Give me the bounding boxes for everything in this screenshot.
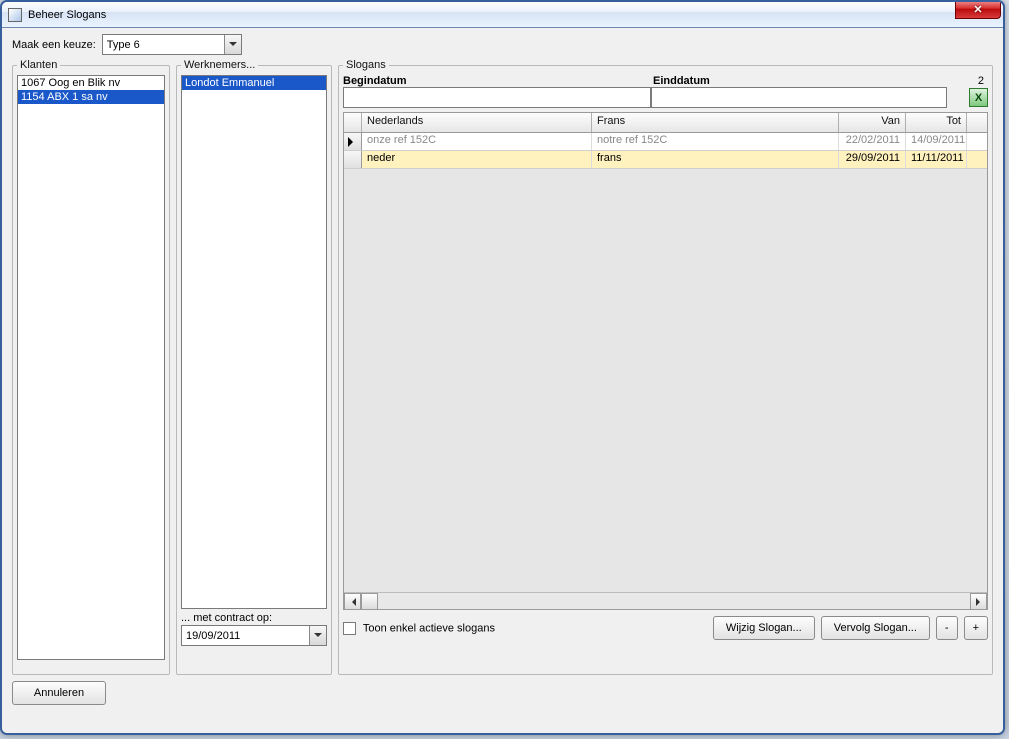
top-row: Maak een keuze: Type 6 bbox=[2, 28, 1003, 59]
make-choice-label: Maak een keuze: bbox=[12, 39, 96, 51]
begindatum-input[interactable] bbox=[343, 87, 651, 108]
klanten-group: Klanten 1067 Oog en Blik nv 1154 ABX 1 s… bbox=[12, 59, 170, 675]
row-pointer-icon bbox=[348, 137, 358, 147]
list-item[interactable]: 1067 Oog en Blik nv bbox=[18, 76, 164, 90]
date-labels-row: Begindatum Einddatum 2 bbox=[343, 75, 988, 87]
grid-header: Nederlands Frans Van Tot bbox=[344, 113, 987, 133]
list-item[interactable]: 1154 ABX 1 sa nv bbox=[18, 90, 164, 104]
cell-van: 29/09/2011 bbox=[839, 151, 906, 168]
slogans-grid: Nederlands Frans Van Tot onze ref 152C n… bbox=[343, 112, 988, 610]
add-slogan-button[interactable]: + bbox=[964, 616, 988, 640]
cell-nederlands: onze ref 152C bbox=[362, 133, 592, 150]
chevron-down-icon bbox=[224, 35, 241, 54]
remove-slogan-button[interactable]: - bbox=[936, 616, 958, 640]
main-window: Beheer Slogans ✕ Maak een keuze: Type 6 … bbox=[0, 0, 1005, 735]
grid-header-van[interactable]: Van bbox=[839, 113, 906, 132]
slogans-legend: Slogans bbox=[343, 59, 389, 71]
active-slogans-text: Toon enkel actieve slogans bbox=[363, 622, 495, 634]
slogans-bottom-row: Toon enkel actieve slogans Wijzig Slogan… bbox=[343, 610, 988, 640]
horizontal-scrollbar[interactable] bbox=[344, 592, 987, 609]
slogan-count: 2 bbox=[948, 75, 988, 87]
cell-tot: 14/09/2011 bbox=[906, 133, 967, 150]
active-slogans-checkbox-label[interactable]: Toon enkel actieve slogans bbox=[343, 622, 495, 635]
klanten-listbox[interactable]: 1067 Oog en Blik nv 1154 ABX 1 sa nv bbox=[17, 75, 165, 660]
annuleren-button[interactable]: Annuleren bbox=[12, 681, 106, 705]
grid-header-tot[interactable]: Tot bbox=[906, 113, 967, 132]
titlebar[interactable]: Beheer Slogans ✕ bbox=[2, 2, 1003, 28]
scroll-track[interactable] bbox=[378, 593, 970, 609]
werknemers-group: Werknemers... Londot Emmanuel ... met co… bbox=[176, 59, 332, 675]
cell-tot: 11/11/2011 bbox=[906, 151, 967, 168]
client-area: Maak een keuze: Type 6 Klanten 1067 Oog … bbox=[2, 28, 1003, 733]
date-inputs-row: X bbox=[343, 87, 988, 108]
table-row[interactable]: neder frans 29/09/2011 11/11/2011 bbox=[344, 151, 987, 169]
window-title: Beheer Slogans bbox=[28, 9, 106, 21]
vervolg-slogan-button[interactable]: Vervolg Slogan... bbox=[821, 616, 930, 640]
grid-header-frans[interactable]: Frans bbox=[592, 113, 839, 132]
klanten-legend: Klanten bbox=[17, 59, 60, 71]
app-icon bbox=[8, 8, 22, 22]
cell-nederlands: neder bbox=[362, 151, 592, 168]
export-excel-button[interactable]: X bbox=[969, 88, 988, 107]
cell-van: 22/02/2011 bbox=[839, 133, 906, 150]
contract-date-value: 19/09/2011 bbox=[182, 630, 309, 642]
row-indicator bbox=[344, 133, 362, 150]
contract-date-input[interactable]: 19/09/2011 bbox=[181, 625, 327, 646]
excel-icon: X bbox=[975, 92, 982, 104]
scroll-right-button[interactable] bbox=[970, 593, 987, 610]
einddatum-input[interactable] bbox=[651, 87, 947, 108]
close-button[interactable]: ✕ bbox=[955, 1, 1001, 19]
slogans-group: Slogans Begindatum Einddatum 2 X bbox=[338, 59, 993, 675]
type-combobox[interactable]: Type 6 bbox=[102, 34, 242, 55]
grid-empty-area bbox=[345, 170, 986, 591]
begindatum-label: Begindatum bbox=[343, 75, 653, 87]
contract-label: ... met contract op: bbox=[181, 612, 327, 624]
grid-header-nederlands[interactable]: Nederlands bbox=[362, 113, 592, 132]
grid-header-selector[interactable] bbox=[344, 113, 362, 132]
desktop-background: Beheer Slogans ✕ Maak een keuze: Type 6 … bbox=[0, 0, 1009, 739]
table-row[interactable]: onze ref 152C notre ref 152C 22/02/2011 … bbox=[344, 133, 987, 151]
cell-frans: notre ref 152C bbox=[592, 133, 839, 150]
werknemers-legend: Werknemers... bbox=[181, 59, 258, 71]
type-combobox-value: Type 6 bbox=[103, 39, 224, 51]
window-buttons: ✕ bbox=[955, 1, 1001, 19]
list-item[interactable]: Londot Emmanuel bbox=[182, 76, 326, 90]
cell-frans: frans bbox=[592, 151, 839, 168]
scroll-left-button[interactable] bbox=[344, 593, 361, 610]
grid-body: onze ref 152C notre ref 152C 22/02/2011 … bbox=[344, 133, 987, 169]
scroll-thumb[interactable] bbox=[361, 593, 378, 610]
close-icon: ✕ bbox=[973, 3, 982, 16]
einddatum-label: Einddatum bbox=[653, 75, 948, 87]
panels: Klanten 1067 Oog en Blik nv 1154 ABX 1 s… bbox=[2, 59, 1003, 681]
active-slogans-checkbox[interactable] bbox=[343, 622, 356, 635]
row-indicator bbox=[344, 151, 362, 168]
wijzig-slogan-button[interactable]: Wijzig Slogan... bbox=[713, 616, 815, 640]
chevron-down-icon bbox=[309, 626, 326, 645]
werknemers-listbox[interactable]: Londot Emmanuel bbox=[181, 75, 327, 609]
footer: Annuleren bbox=[2, 681, 1003, 715]
